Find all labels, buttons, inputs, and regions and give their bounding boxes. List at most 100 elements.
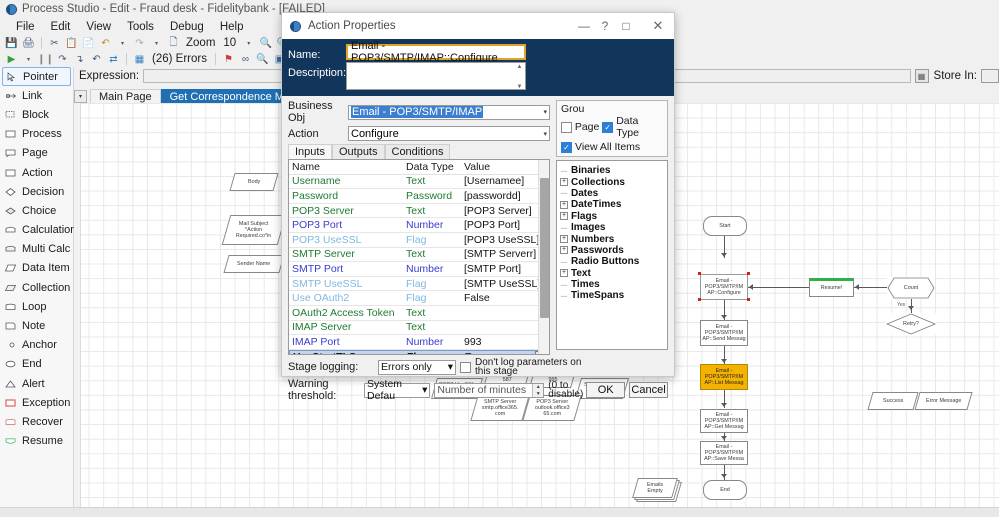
palette-item-process[interactable]: Process [0,125,73,144]
param-value[interactable]: [SMTP UseSSL] [464,278,549,290]
run-dropdown-icon[interactable]: ▾ [21,52,36,66]
tab-conditions[interactable]: Conditions [385,144,451,159]
grid-scrollbar[interactable] [538,160,549,355]
tree-item-collections[interactable]: + Collections [560,176,664,187]
column-header-name[interactable]: Name [289,161,406,173]
expression-builder-icon[interactable]: ▦ [915,69,929,83]
new-page-icon[interactable]: 🗋 [166,36,181,50]
palette-item-anchor[interactable]: Anchor [0,336,73,355]
selection-handle[interactable] [698,298,701,301]
selection-handle[interactable] [747,298,750,301]
tree-item-timespans[interactable]: ─ TimeSpans [560,290,664,301]
reset-icon[interactable]: ⇄ [106,52,121,66]
warning-threshold-select[interactable]: System Defau ▾ [364,383,430,398]
column-header-value[interactable]: Value [464,161,549,173]
minutes-stepper[interactable]: ▲ ▼ [532,384,543,397]
menu-view[interactable]: View [78,20,119,34]
expand-icon[interactable]: + [560,212,568,220]
table-row[interactable]: SMTP Server Text [SMTP Serverr] [289,248,549,263]
table-row[interactable]: POP3 Port Number [POP3 Port] [289,218,549,233]
undo-dropdown-icon[interactable]: ▾ [115,36,130,50]
step-over-icon[interactable]: ↷ [55,52,70,66]
node-emails-empty[interactable]: Emails Empty [635,478,677,500]
parameters-grid[interactable]: Name Data Type Value Username Text [User… [288,159,550,355]
copy-icon[interactable]: 📋 [64,36,79,50]
param-value[interactable]: [passwordd] [464,190,549,202]
table-row[interactable]: SMTP UseSSL Flag [SMTP UseSSL] [289,277,549,292]
param-value[interactable]: False [464,292,549,304]
param-value[interactable]: [POP3 UseSSL] [464,234,549,246]
validate-icon[interactable]: 🔍 [255,52,270,66]
page-checkbox[interactable] [561,122,572,133]
palette-item-choice[interactable]: Choice [0,201,73,220]
table-row[interactable]: Password Password [passwordd] [289,189,549,204]
close-button[interactable]: ✕ [642,14,674,38]
action-select[interactable]: Configure ▾ [348,126,550,141]
expand-icon[interactable]: + [560,235,568,243]
tab-inputs[interactable]: Inputs [288,144,332,159]
table-row[interactable]: Username Text [Usernamee] [289,175,549,190]
palette-item-multi-calc[interactable]: Multi Calc [0,240,73,259]
tree-item-images[interactable]: ─ Images [560,222,664,233]
tree-item-datetimes[interactable]: + DateTimes [560,199,664,210]
tree-item-times[interactable]: ─ Times [560,279,664,290]
tree-item-radio-buttons[interactable]: ─ Radio Buttons [560,256,664,267]
redo-icon[interactable]: ↷ [132,36,147,50]
help-button[interactable]: ? [600,14,610,38]
palette-item-data-item[interactable]: Data Item [0,259,73,278]
palette-item-end[interactable]: End [0,355,73,374]
tab-scroll-icon[interactable]: ▾ [74,90,87,103]
node-body[interactable]: Body [229,173,278,191]
node-resume[interactable]: Resume! [809,278,854,297]
business-object-select[interactable]: Email - POP3/SMTP/IMAP ▾ [348,105,550,120]
node-get-message[interactable]: Email - POP3/SMTP/IM AP::Get Messag [700,409,748,433]
maximize-button[interactable]: □ [610,14,642,38]
data-item-tree[interactable]: ─ Binaries + Collections ─ Dates + DateT… [556,160,668,350]
table-row[interactable]: POP3 UseSSL Flag [POP3 UseSSL] [289,233,549,248]
run-icon[interactable]: ▶ [4,52,19,66]
palette-item-pointer[interactable]: Pointer [2,67,71,86]
palette-item-resume[interactable]: Resume [0,432,73,451]
description-input[interactable]: ▲ ▼ [346,62,526,90]
table-row[interactable]: Use OAuth2 Flag False [289,291,549,306]
palette-item-block[interactable]: Block [0,105,73,124]
link-icon[interactable]: ∞ [238,52,253,66]
grid-scrollbar-thumb[interactable] [540,178,549,318]
node-success[interactable]: Success [867,392,918,410]
palette-item-loop[interactable]: Loop [0,297,73,316]
chevron-up-icon[interactable]: ▲ [536,384,541,390]
print-icon[interactable]: 🖨 [21,36,36,50]
expand-icon[interactable]: + [560,269,568,277]
menu-help[interactable]: Help [212,20,252,34]
redo-dropdown-icon[interactable]: ▾ [149,36,164,50]
tree-item-flags[interactable]: + Flags [560,211,664,222]
node-save-message[interactable]: Email - POP3/SMTP/IM AP::Save Messa [700,441,748,465]
node-list-message[interactable]: Email - POP3/SMTP/IM AP::List Messag [700,364,748,390]
view-all-items-checkbox[interactable]: ✓ [561,142,572,153]
menu-debug[interactable]: Debug [162,20,212,34]
tree-item-binaries[interactable]: ─ Binaries [560,165,664,176]
node-send-message[interactable]: Email - POP3/SMTP/IM AP::Send Messag [700,320,748,346]
palette-item-note[interactable]: Note [0,316,73,335]
undo-icon[interactable]: ↶ [98,36,113,50]
menu-file[interactable]: File [8,20,43,34]
table-row[interactable]: IMAP Port Number 993 [289,335,549,350]
palette-item-alert[interactable]: Alert [0,374,73,393]
flag-icon[interactable]: ⚑ [221,52,236,66]
errors-icon[interactable]: ▦ [132,52,147,66]
chevron-down-icon[interactable]: ▼ [536,391,541,397]
pause-icon[interactable]: ❙❙ [38,52,53,66]
node-sender-name[interactable]: Sender Name [223,255,284,273]
step-out-icon[interactable]: ↶ [89,52,104,66]
store-in-input[interactable] [981,69,999,83]
node-end[interactable]: End [703,480,747,500]
tab-main-page[interactable]: Main Page [90,89,161,104]
description-scroll-spinner[interactable]: ▲ ▼ [514,63,525,91]
node-start[interactable]: Start [703,216,747,236]
menu-tools[interactable]: Tools [119,20,162,34]
tree-item-numbers[interactable]: + Numbers [560,233,664,244]
column-header-data-type[interactable]: Data Type [406,161,464,173]
param-value[interactable]: [POP3 Server] [464,205,549,217]
selection-handle[interactable] [747,272,750,275]
palette-item-action[interactable]: Action [0,163,73,182]
